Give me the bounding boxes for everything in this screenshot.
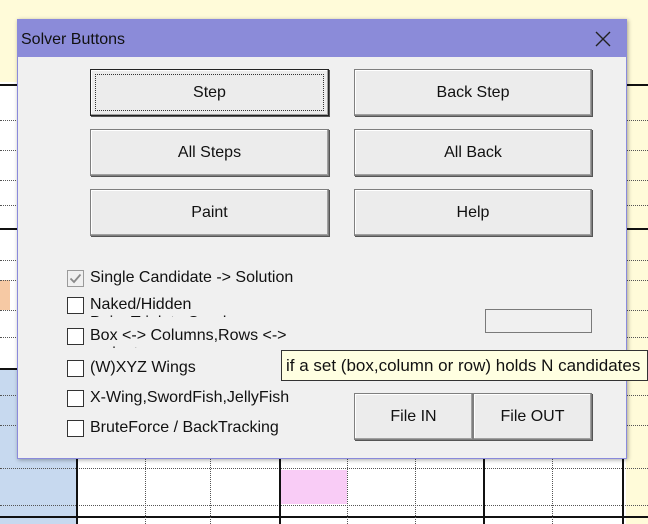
xwing-swordfish-checkbox[interactable] (67, 390, 84, 407)
back-step-button[interactable]: Back Step (354, 69, 592, 116)
sheet-cell-peach (0, 280, 10, 310)
grid-line (0, 505, 648, 506)
sheet-cell-pink (281, 470, 347, 504)
sheet-right-band (626, 0, 648, 524)
tooltip: if a set (box,column or row) holds N can… (281, 350, 648, 381)
naked-hidden-label: Naked/Hidden Pairs,Triplets,Quads (90, 296, 234, 317)
all-back-button[interactable]: All Back (354, 129, 592, 176)
xyz-wings-checkbox[interactable] (67, 360, 84, 377)
grid-line (0, 468, 648, 469)
xyz-wings-label: (W)XYZ Wings (90, 359, 196, 376)
title-bar[interactable]: Solver Buttons (18, 20, 626, 57)
all-steps-button[interactable]: All Steps (90, 129, 329, 176)
box-columns-rows-label: Box <-> Columns,Rows <-> variants (90, 327, 287, 348)
file-in-button[interactable]: File IN (354, 393, 473, 440)
close-icon (595, 31, 611, 46)
option-box-columns-rows[interactable]: Box <-> Columns,Rows <-> variants (67, 327, 305, 348)
option-xwing-swordfish[interactable]: X-Wing,SwordFish,JellyFish (67, 389, 289, 409)
file-out-button[interactable]: File OUT (473, 393, 592, 440)
single-candidate-checkbox[interactable] (67, 270, 84, 287)
box-columns-rows-checkbox[interactable] (67, 328, 84, 345)
single-candidate-label: Single Candidate -> Solution (90, 269, 294, 286)
checkmark-icon (69, 273, 82, 284)
step-button[interactable]: Step (90, 69, 329, 116)
window-title: Solver Buttons (21, 31, 126, 48)
option-single-candidate[interactable]: Single Candidate -> Solution (67, 269, 293, 289)
grid-line (0, 516, 648, 518)
xwing-swordfish-label: X-Wing,SwordFish,JellyFish (90, 389, 290, 406)
help-button[interactable]: Help (354, 189, 592, 236)
option-xyz-wings[interactable]: (W)XYZ Wings (67, 359, 196, 379)
status-textbox[interactable] (485, 309, 592, 333)
close-button[interactable] (580, 20, 626, 57)
paint-button[interactable]: Paint (90, 189, 329, 236)
option-naked-hidden[interactable]: Naked/Hidden Pairs,Triplets,Quads (67, 296, 240, 317)
naked-hidden-checkbox[interactable] (67, 297, 84, 314)
bruteforce-label: BruteForce / BackTracking (90, 419, 279, 436)
option-bruteforce[interactable]: BruteForce / BackTracking (67, 419, 279, 439)
solver-dialog: Solver Buttons Step Back Step All Steps … (17, 19, 627, 459)
bruteforce-checkbox[interactable] (67, 420, 84, 437)
